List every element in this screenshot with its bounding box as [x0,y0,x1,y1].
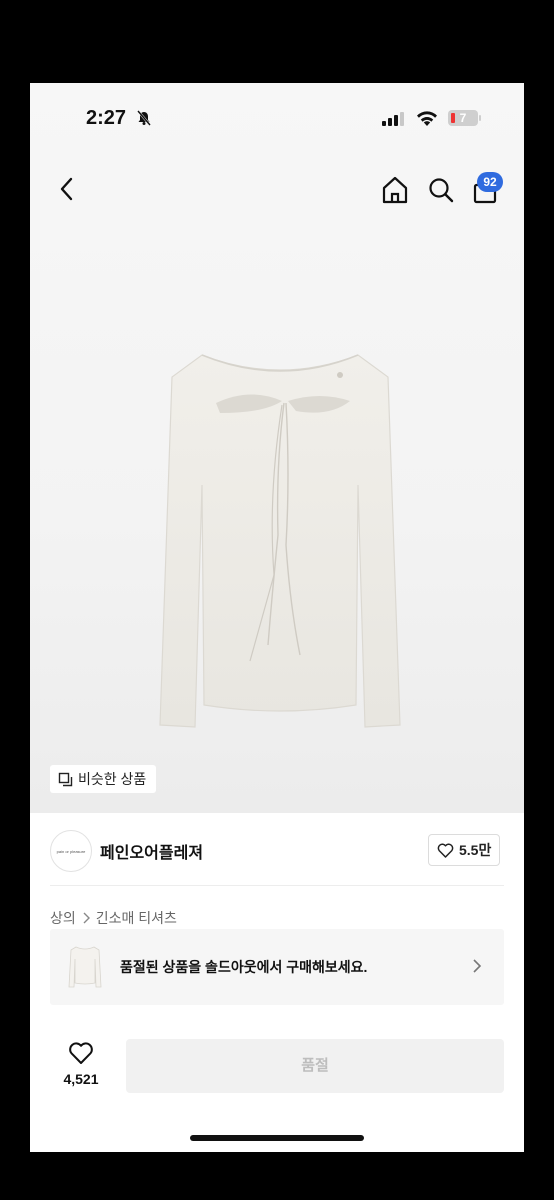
phone-screen: 2:27 7 92 비슷한 상품 pain or pleasure 페인오어플레… [30,83,524,1152]
brand-logo-text: pain or pleasure [56,848,86,854]
battery-tip [479,115,481,121]
wifi-icon [417,111,437,126]
back-arrow-icon[interactable] [56,175,80,203]
status-time: 2:27 [86,107,127,129]
wishlist-count: 4,521 [63,1071,99,1087]
breadcrumb-subcategory[interactable]: 긴소매 티셔츠 [96,908,177,928]
signal-icon [382,112,404,126]
chevron-right-icon [83,912,90,924]
product-image[interactable] [150,345,410,735]
banner-product-thumbnail [68,946,102,988]
wishlist-button[interactable]: 4,521 [54,1041,108,1097]
divider [50,885,504,886]
brand-like-count: 5.5만 [459,842,492,858]
brand-row[interactable]: pain or pleasure 페인오어플레져 5.5만 [30,823,524,885]
bell-muted-icon [137,110,151,126]
breadcrumb: 상의 긴소매 티셔츠 [50,908,177,928]
breadcrumb-category[interactable]: 상의 [50,908,76,928]
similar-products-label: 비슷한 상품 [78,771,147,787]
chevron-right-icon [473,959,482,973]
battery-percent: 7 [459,111,467,125]
home-indicator [190,1135,364,1141]
cart-count-badge: 92 [477,172,503,192]
brand-logo[interactable]: pain or pleasure [50,830,92,872]
brand-like-button[interactable]: 5.5만 [428,834,501,866]
brand-name[interactable]: 페인오어플레져 [100,839,203,863]
battery-indicator: 7 [448,110,478,126]
heart-outline-icon [69,1042,93,1064]
soldout-purchase-button[interactable]: 품절 [126,1039,504,1093]
soldout-promo-banner[interactable]: 품절된 상품을 솔드아웃에서 구매해보세요. [50,929,504,1005]
soldout-banner-text: 품절된 상품을 솔드아웃에서 구매해보세요. [120,959,368,975]
heart-outline-icon [437,843,454,858]
similar-items-icon [58,772,73,786]
status-bar: 2:27 7 [30,83,524,143]
home-icon[interactable] [380,175,410,205]
similar-products-button[interactable]: 비슷한 상품 [50,765,157,793]
search-icon[interactable] [426,175,456,205]
